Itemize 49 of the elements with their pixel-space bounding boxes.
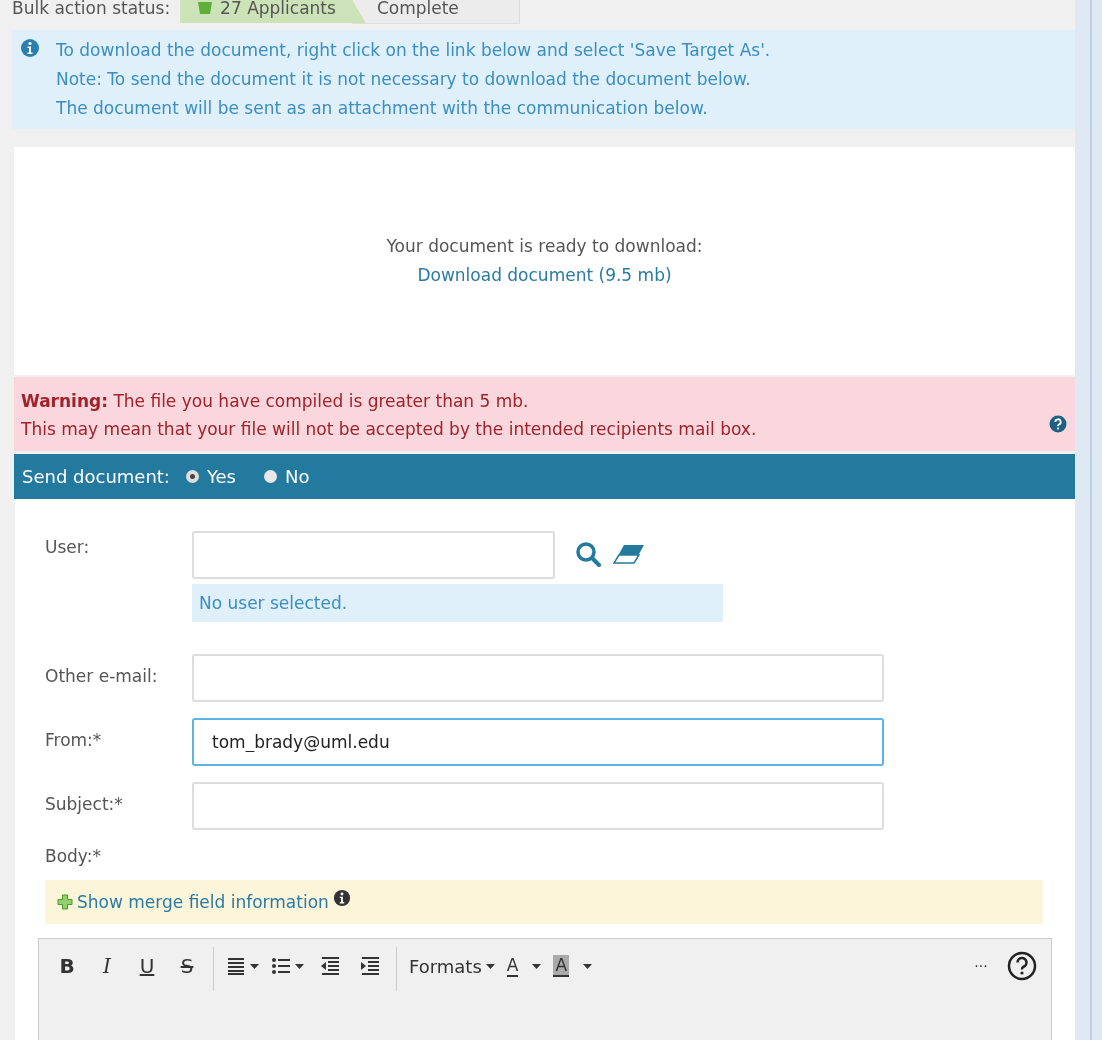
caret-icon <box>532 963 542 969</box>
caret-icon <box>295 963 304 969</box>
strikethrough-button[interactable]: S <box>167 947 207 985</box>
bulk-status-label: Bulk action status: <box>12 0 171 18</box>
radio-option[interactable]: Yes <box>185 466 248 487</box>
text-field[interactable]: tom_brady@uml.edu <box>192 718 884 766</box>
bucket-icon <box>198 2 213 14</box>
bold-button[interactable]: B <box>47 947 87 985</box>
field-label: Body:* <box>45 846 102 866</box>
outdent-icon <box>320 956 340 976</box>
user-field[interactable] <box>192 531 555 579</box>
warning-text: This may mean that your file will not be accepted by the intended recipients mail box. <box>21 418 757 441</box>
download-link[interactable]: Download document (9.5 mb) <box>417 261 672 290</box>
italic-button[interactable]: I <box>87 947 127 985</box>
status-step: Complete <box>351 0 520 24</box>
plus-icon <box>57 894 73 910</box>
field-label: From:* <box>45 729 103 750</box>
caret-icon <box>485 963 495 969</box>
info-text: To download the document, right click on the link below and select 'Save Target As'. <box>56 39 771 62</box>
no-user-message: No user selected. <box>192 584 723 622</box>
text-color-button[interactable]: A <box>500 947 548 985</box>
eraser-icon[interactable] <box>613 544 645 564</box>
warning-text: Warning: The file you have compiled is greater than 5 mb. <box>21 390 530 413</box>
field-label: Other e-mail: <box>45 665 159 686</box>
download-ready-text: Your document is ready to download: <box>386 235 703 258</box>
info-text: Note: To send the document it is not necessary to download the document below. <box>56 68 752 91</box>
indent-icon <box>360 956 380 976</box>
field-label: User: <box>45 536 91 557</box>
help-icon <box>1007 951 1037 981</box>
background-color-button[interactable]: A <box>547 947 599 985</box>
info-icon <box>332 889 351 907</box>
align-icon <box>226 956 246 976</box>
search-icon[interactable] <box>575 541 601 567</box>
formats-menu[interactable]: Formats <box>403 947 501 985</box>
info-text: The document will be sent as an attachment with the communication below. <box>56 97 709 120</box>
bullet-list-icon <box>271 956 291 976</box>
more-button[interactable]: ··· <box>961 947 1001 985</box>
radio-option[interactable]: No <box>264 466 322 487</box>
merge-field-link[interactable]: Show merge field information <box>77 892 329 912</box>
caret-icon <box>583 963 593 969</box>
text-field[interactable] <box>192 782 884 830</box>
help-icon[interactable] <box>1049 415 1067 433</box>
underline-button[interactable]: U <box>127 947 167 985</box>
text-field[interactable] <box>192 654 884 702</box>
status-step: 27 Applicants <box>180 0 366 23</box>
send-document-label: Send document: <box>22 466 170 487</box>
field-label: Subject:* <box>45 793 124 814</box>
caret-icon <box>250 963 259 969</box>
info-icon <box>20 38 40 58</box>
